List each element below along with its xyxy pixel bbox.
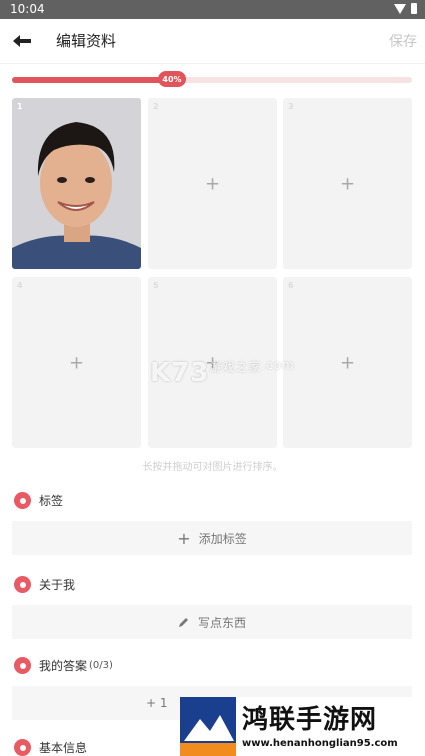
smile-icon (14, 576, 31, 593)
progress-badge: 40% (158, 71, 186, 87)
add-photo-plus-icon: + (204, 173, 221, 194)
section-title: 关于我 (39, 578, 76, 592)
status-bar: 10:04 (0, 0, 425, 19)
add-photo-plus-icon: + (68, 352, 85, 373)
add-answer-label: + 1 (146, 696, 168, 710)
photo-slot-4[interactable]: 4 + (12, 277, 141, 448)
section-title: 基本信息 (39, 741, 88, 755)
progress-fill (12, 77, 172, 83)
pencil-icon (178, 618, 188, 627)
header-divider (0, 63, 425, 64)
reorder-hint: 长按并拖动可对图片进行排序。 (142, 462, 283, 473)
battery-icon (411, 3, 417, 14)
answers-icon (14, 657, 31, 674)
status-icons (394, 3, 417, 14)
photo-slot-2[interactable]: 2 + (148, 98, 277, 269)
watermark-sub: 游戏之家 (209, 360, 262, 374)
photo-slot-1[interactable]: 1 (12, 98, 141, 269)
photo-slot-number: 1 (17, 102, 23, 111)
add-photo-plus-icon: + (339, 352, 356, 373)
add-photo-plus-icon: + (339, 173, 356, 194)
section-answers-header: 我的答案 (0/3) (14, 657, 113, 674)
ad-title: 鸿联手游网 (242, 705, 378, 735)
section-tags-header: 标签 (14, 492, 63, 509)
back-arrow-icon[interactable] (10, 29, 34, 53)
add-tag-button[interactable]: + 添加标签 (12, 521, 412, 555)
profile-progress-bar: 40% (12, 71, 412, 87)
section-about-header: 关于我 (14, 576, 75, 593)
photo-slot-number: 2 (153, 102, 159, 111)
watermark-brand: K73 (150, 358, 210, 388)
ad-url: www.henanhonglian95.com (242, 738, 398, 749)
ad-banner[interactable]: 鸿联手游网 www.henanhonglian95.com (180, 697, 425, 756)
plus-icon: + (177, 528, 191, 548)
photo-slot-number: 4 (17, 281, 23, 290)
section-basic-header: 基本信息 (14, 739, 87, 756)
app-bar: 编辑资料 保存 (0, 19, 425, 63)
photo-slot-3[interactable]: 3 + (283, 98, 412, 269)
photo-slot-6[interactable]: 6 + (283, 277, 412, 448)
info-icon (14, 739, 31, 756)
status-time: 10:04 (10, 2, 45, 16)
write-about-button[interactable]: 写点东西 (12, 605, 412, 639)
save-button[interactable]: 保存 (389, 31, 417, 51)
section-title: 标签 (39, 494, 64, 508)
wifi-icon (394, 3, 406, 14)
section-title: 我的答案 (39, 659, 88, 673)
watermark-logo: K73游戏之家.com (150, 358, 295, 388)
add-tag-label: 添加标签 (198, 531, 247, 546)
photo-slot-number: 3 (288, 102, 294, 111)
answers-count: (0/3) (89, 660, 113, 671)
write-about-label: 写点东西 (197, 615, 246, 630)
ad-logo-icon (180, 697, 236, 756)
photo-slot-number: 6 (288, 281, 294, 290)
photo-slot-number: 5 (153, 281, 159, 290)
tag-icon (14, 492, 31, 509)
page-title: 编辑资料 (56, 32, 117, 50)
profile-photo (12, 98, 141, 269)
watermark-domain: .com (261, 358, 295, 372)
